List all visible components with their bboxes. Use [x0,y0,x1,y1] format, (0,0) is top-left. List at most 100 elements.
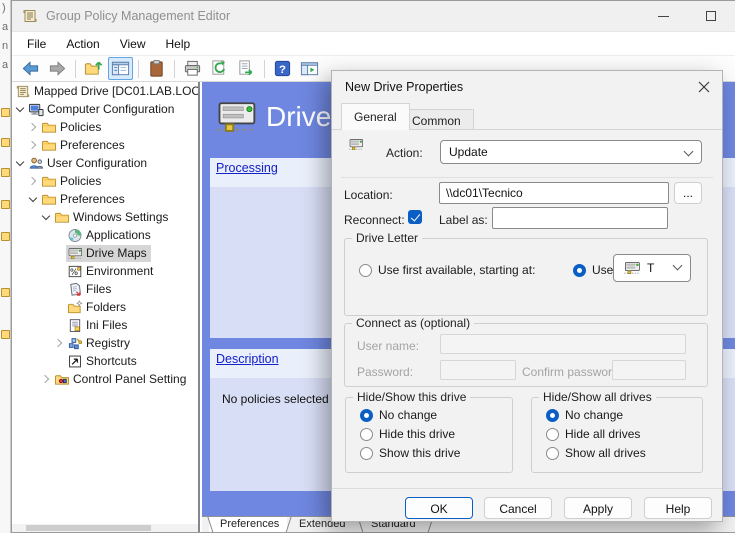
radio-show-this-drive[interactable]: Show this drive [360,446,460,460]
tab-general[interactable]: General [341,103,410,130]
cancel-button[interactable]: Cancel [484,497,552,519]
expander-spacer [53,247,66,260]
cpl-folder-icon [54,372,70,387]
export-list-button[interactable] [234,57,259,80]
tree-item-control-panel-setting[interactable]: Control Panel Setting [12,370,198,388]
new-window-button[interactable] [297,57,322,80]
chevron-expanded-icon[interactable] [14,157,27,170]
drive-letter-value: T [647,261,654,275]
tree-item-computer-configuration[interactable]: Computer Configuration [12,100,198,118]
help-button[interactable]: Help [644,497,712,519]
folder-icon [41,120,57,135]
tree-item-ini-files[interactable]: Ini Files [12,316,198,334]
hide-show-this-drive-group: Hide/Show this drive No change Hide this… [345,397,513,473]
chevron-collapsed-icon[interactable] [40,373,53,386]
action-dropdown[interactable]: Update [440,140,702,164]
radio-icon [573,264,586,277]
background-folder-icon [1,232,10,241]
export-list-icon [237,59,256,78]
dialog-tabs: General Common [332,104,722,130]
close-button[interactable] [695,78,713,96]
help-icon: ? [273,59,292,78]
connect-as-group: Connect as (optional) User name: Passwor… [344,323,708,387]
location-input[interactable] [439,182,669,204]
tree-item-preferences[interactable]: Preferences [12,190,198,208]
radio-icon [360,409,373,422]
tab-preferences[interactable]: Preferences [220,518,279,530]
tree-horizontal-scrollbar[interactable] [12,524,198,532]
tree-item-policies[interactable]: Policies [12,118,198,136]
radio-all-no-change[interactable]: No change [546,408,623,422]
radio-use-first-available[interactable]: Use first available, starting at: [359,263,535,277]
tree-item-mapped-drive-dc01-lab-loca[interactable]: Mapped Drive [DC01.LAB.LOCA [12,82,198,100]
menu-action[interactable]: Action [56,34,109,54]
chevron-collapsed-icon[interactable] [27,139,40,152]
tree-item-applications[interactable]: Applications [12,226,198,244]
chevron-collapsed-icon[interactable] [53,337,66,350]
folder-icon [41,174,57,189]
tree-item-environment[interactable]: %Environment [12,262,198,280]
tree-item-folders[interactable]: Folders [12,298,198,316]
drive-letter-dropdown[interactable]: T [613,254,691,282]
refresh-button[interactable] [207,57,232,80]
tree-item-content: User Configuration [27,155,151,172]
chevron-expanded-icon[interactable] [40,211,53,224]
tree-item-content: Ini Files [66,317,131,334]
show-console-tree-button[interactable] [108,57,133,80]
background-folder-icon [1,330,10,339]
tree-item-label: Preferences [60,192,125,206]
tree-item-label: Folders [86,300,126,314]
apply-button[interactable]: Apply [564,497,632,519]
forward-arrow-button[interactable] [45,57,70,80]
chevron-expanded-icon[interactable] [27,193,40,206]
reconnect-checkbox[interactable] [408,210,422,224]
label-as-input[interactable] [492,207,668,229]
chevron-collapsed-icon[interactable] [27,121,40,134]
back-arrow-button[interactable] [18,57,43,80]
svg-text:%: % [70,266,78,276]
tree-item-shortcuts[interactable]: Shortcuts [12,352,198,370]
radio-hide-all-drives[interactable]: Hide all drives [546,427,640,441]
menu-file[interactable]: File [17,34,56,54]
action-value: Update [449,145,488,159]
footer-separator [332,488,722,489]
user-name-input [440,334,686,354]
paste-button[interactable] [144,57,169,80]
tree-item-windows-settings[interactable]: Windows Settings [12,208,198,226]
tree-item-user-configuration[interactable]: User Configuration [12,154,198,172]
processing-link[interactable]: Processing [216,161,278,175]
menu-view[interactable]: View [110,34,156,54]
tree-item-policies[interactable]: Policies [12,172,198,190]
radio-show-all-drives[interactable]: Show all drives [546,446,646,460]
reconnect-label: Reconnect: [344,213,405,227]
chevron-collapsed-icon[interactable] [27,175,40,188]
users-icon [28,156,44,171]
maximize-button[interactable] [691,1,731,31]
tree-item-content: Policies [40,173,105,190]
minimize-button[interactable] [643,1,683,31]
tree-item-preferences[interactable]: Preferences [12,136,198,154]
up-one-level-button[interactable] [81,57,106,80]
tree-item-drive-maps[interactable]: Drive Maps [12,244,198,262]
tree-item-content: Files [66,281,115,298]
menu-help[interactable]: Help [156,34,201,54]
radio-icon [546,409,559,422]
radio-hide-this-drive[interactable]: Hide this drive [360,427,455,441]
radio-this-no-change[interactable]: No change [360,408,437,422]
tree-item-registry[interactable]: Registry [12,334,198,352]
radio-use[interactable]: Use: [573,263,617,277]
scrollbar-thumb[interactable] [26,525,151,531]
tree-item-content: Registry [66,335,134,352]
computer-icon [28,102,44,117]
chevron-expanded-icon[interactable] [14,103,27,116]
browse-button[interactable]: ... [674,182,702,204]
tab-common[interactable]: Common [399,109,474,130]
help-button[interactable]: ? [270,57,295,80]
description-link[interactable]: Description [216,352,279,366]
expander-spacer [53,301,66,314]
tree-item-label: Files [86,282,111,296]
ok-button[interactable]: OK [405,497,473,519]
tree-item-content: Drive Maps [66,245,151,262]
print-button[interactable] [180,57,205,80]
tree-item-files[interactable]: Files [12,280,198,298]
